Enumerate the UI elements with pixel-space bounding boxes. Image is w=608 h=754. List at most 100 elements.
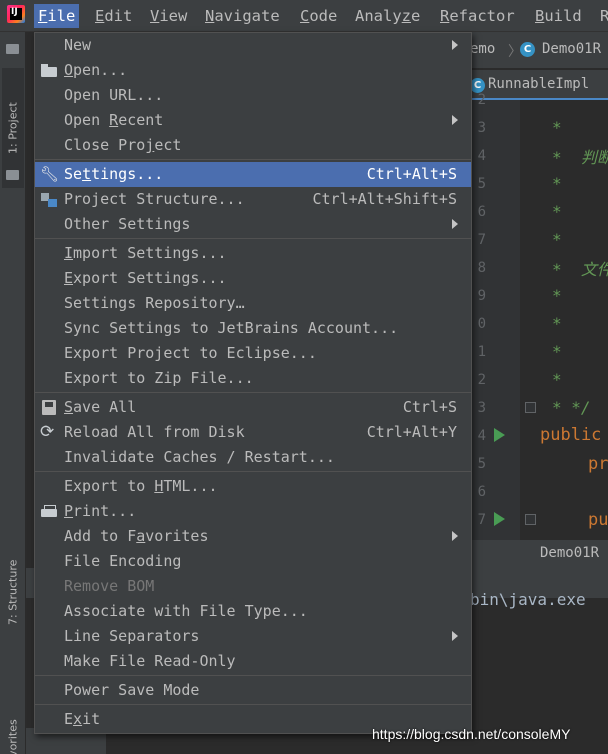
- class-icon: C: [520, 42, 535, 57]
- menu-item-settings[interactable]: 🔧︎ Settings... Ctrl+Alt+S: [35, 162, 471, 187]
- line-number: 1: [477, 344, 486, 360]
- menu-separator: [35, 471, 471, 472]
- class-icon: C: [470, 78, 485, 93]
- wrench-icon: 🔧︎: [40, 165, 60, 183]
- menu-edit[interactable]: Edit: [91, 4, 136, 28]
- shortcut-label: Ctrl+S: [402, 398, 457, 416]
- shortcut-label: Ctrl+Alt+Y: [366, 423, 457, 441]
- line-number: 0: [477, 316, 486, 332]
- menu-item-export-eclipse[interactable]: Export Project to Eclipse...: [35, 341, 471, 366]
- code-comment-line: *: [552, 370, 562, 389]
- menu-item-open-url[interactable]: Open URL...: [35, 83, 471, 108]
- code-comment-line: *: [552, 118, 562, 137]
- tool-window-strip: 1: Project 7: Structure Favorites: [0, 32, 26, 754]
- menu-bar: IJ File Edit View Navigate Code Analyze …: [0, 0, 608, 32]
- menu-item-project-structure[interactable]: Project Structure... Ctrl+Alt+Shift+S: [35, 187, 471, 212]
- code-comment-line: *: [552, 202, 562, 221]
- breadcrumb-module[interactable]: emo: [470, 41, 495, 57]
- menu-item-save-all[interactable]: Save All Ctrl+S: [35, 395, 471, 420]
- menu-run[interactable]: R: [596, 4, 608, 28]
- code-keyword: pr: [588, 454, 608, 474]
- menu-separator: [35, 392, 471, 393]
- menu-item-export-html[interactable]: Export to HTML...: [35, 474, 471, 499]
- code-comment-line: * 判断: [552, 148, 608, 167]
- breadcrumb-class[interactable]: Demo01R: [540, 545, 599, 561]
- project-toolbar-icon[interactable]: [6, 44, 19, 54]
- menu-item-sync-settings[interactable]: Sync Settings to JetBrains Account...: [35, 316, 471, 341]
- code-comment-line: *: [552, 286, 562, 305]
- editor-tab-runnableimpl[interactable]: RunnableImpl: [488, 76, 589, 92]
- menu-item-file-encoding[interactable]: File Encoding: [35, 549, 471, 574]
- file-menu-popup: New Open... Open URL... Open Recent Clos…: [34, 32, 472, 734]
- menu-item-line-separators[interactable]: Line Separators: [35, 624, 471, 649]
- menu-separator: [35, 238, 471, 239]
- code-comment-line: *: [552, 342, 562, 361]
- fold-marker-icon[interactable]: [525, 514, 536, 525]
- shortcut-label: Ctrl+Alt+S: [366, 165, 457, 183]
- folder-icon: [6, 170, 19, 180]
- menu-item-print[interactable]: Print...: [35, 499, 471, 524]
- intellij-logo-icon: IJ: [7, 5, 25, 23]
- menu-separator: [35, 704, 471, 705]
- line-number: 2: [477, 92, 486, 108]
- folder-open-icon: [40, 62, 58, 79]
- menu-analyze[interactable]: Analyze: [351, 4, 424, 28]
- menu-item-export-settings[interactable]: Export Settings...: [35, 266, 471, 291]
- code-comment-line: * */: [552, 398, 591, 417]
- editor-tabs: C RunnableImpl: [470, 70, 608, 100]
- menu-build[interactable]: Build: [531, 4, 586, 28]
- line-number: 5: [477, 456, 486, 472]
- code-keyword: pu: [588, 510, 608, 530]
- tool-tab-favorites[interactable]: Favorites: [2, 702, 24, 754]
- watermark: https://blog.csdn.net/consoleMY: [372, 726, 571, 742]
- menu-code[interactable]: Code: [296, 4, 341, 28]
- menu-item-settings-repository[interactable]: Settings Repository…: [35, 291, 471, 316]
- menu-item-open[interactable]: Open...: [35, 58, 471, 83]
- menu-item-power-save-mode[interactable]: Power Save Mode: [35, 678, 471, 703]
- line-number: 6: [477, 204, 486, 220]
- code-comment-line: *: [552, 230, 562, 249]
- code-comment-line: * 文件: [552, 260, 608, 279]
- line-number: 3: [477, 400, 486, 416]
- line-number: 5: [477, 176, 486, 192]
- fold-marker-icon[interactable]: [525, 402, 536, 413]
- menu-item-export-zip[interactable]: Export to Zip File...: [35, 366, 471, 391]
- line-number: 7: [477, 512, 486, 528]
- menu-item-invalidate-caches[interactable]: Invalidate Caches / Restart...: [35, 445, 471, 470]
- menu-item-other-settings[interactable]: Other Settings: [35, 212, 471, 237]
- menu-item-reload-all[interactable]: ⟳ Reload All from Disk Ctrl+Alt+Y: [35, 420, 471, 445]
- menu-item-make-read-only[interactable]: Make File Read-Only: [35, 649, 471, 674]
- submenu-arrow-icon: [452, 40, 458, 50]
- line-number: 6: [477, 484, 486, 500]
- line-number: 4: [477, 148, 486, 164]
- menu-file[interactable]: File: [34, 4, 80, 28]
- breadcrumb-class[interactable]: Demo01R: [542, 41, 601, 57]
- submenu-arrow-icon: [452, 531, 458, 541]
- menu-view[interactable]: View: [146, 4, 191, 28]
- menu-navigate[interactable]: Navigate: [201, 4, 284, 28]
- code-comment-line: *: [552, 174, 562, 193]
- menu-item-remove-bom: Remove BOM: [64, 577, 155, 595]
- menu-item-close-project[interactable]: Close Project: [35, 133, 471, 158]
- menu-item-new[interactable]: New: [35, 33, 471, 58]
- save-icon: [40, 399, 58, 416]
- menu-item-add-to-favorites[interactable]: Add to Favorites: [35, 524, 471, 549]
- code-comment-line: *: [552, 314, 562, 333]
- line-number: 3: [477, 120, 486, 136]
- menu-refactor[interactable]: Refactor: [436, 4, 519, 28]
- structure-breadcrumb-bar: Demo01R: [470, 540, 608, 568]
- menu-item-open-recent[interactable]: Open Recent: [35, 108, 471, 133]
- reload-icon: ⟳: [40, 422, 55, 442]
- menu-item-associate-file-type[interactable]: Associate with File Type...: [35, 599, 471, 624]
- line-number: 8: [477, 260, 486, 276]
- run-gutter-icon[interactable]: [494, 428, 505, 442]
- menu-separator: [35, 675, 471, 676]
- menu-separator: [35, 159, 471, 160]
- run-gutter-icon[interactable]: [494, 512, 505, 526]
- printer-icon: [40, 503, 58, 520]
- console-output: bin\java.exe: [470, 590, 586, 609]
- code-keyword: public: [540, 425, 602, 445]
- line-number: 9: [477, 288, 486, 304]
- menu-item-import-settings[interactable]: Import Settings...: [35, 241, 471, 266]
- tool-tab-structure[interactable]: 7: Structure: [2, 532, 24, 652]
